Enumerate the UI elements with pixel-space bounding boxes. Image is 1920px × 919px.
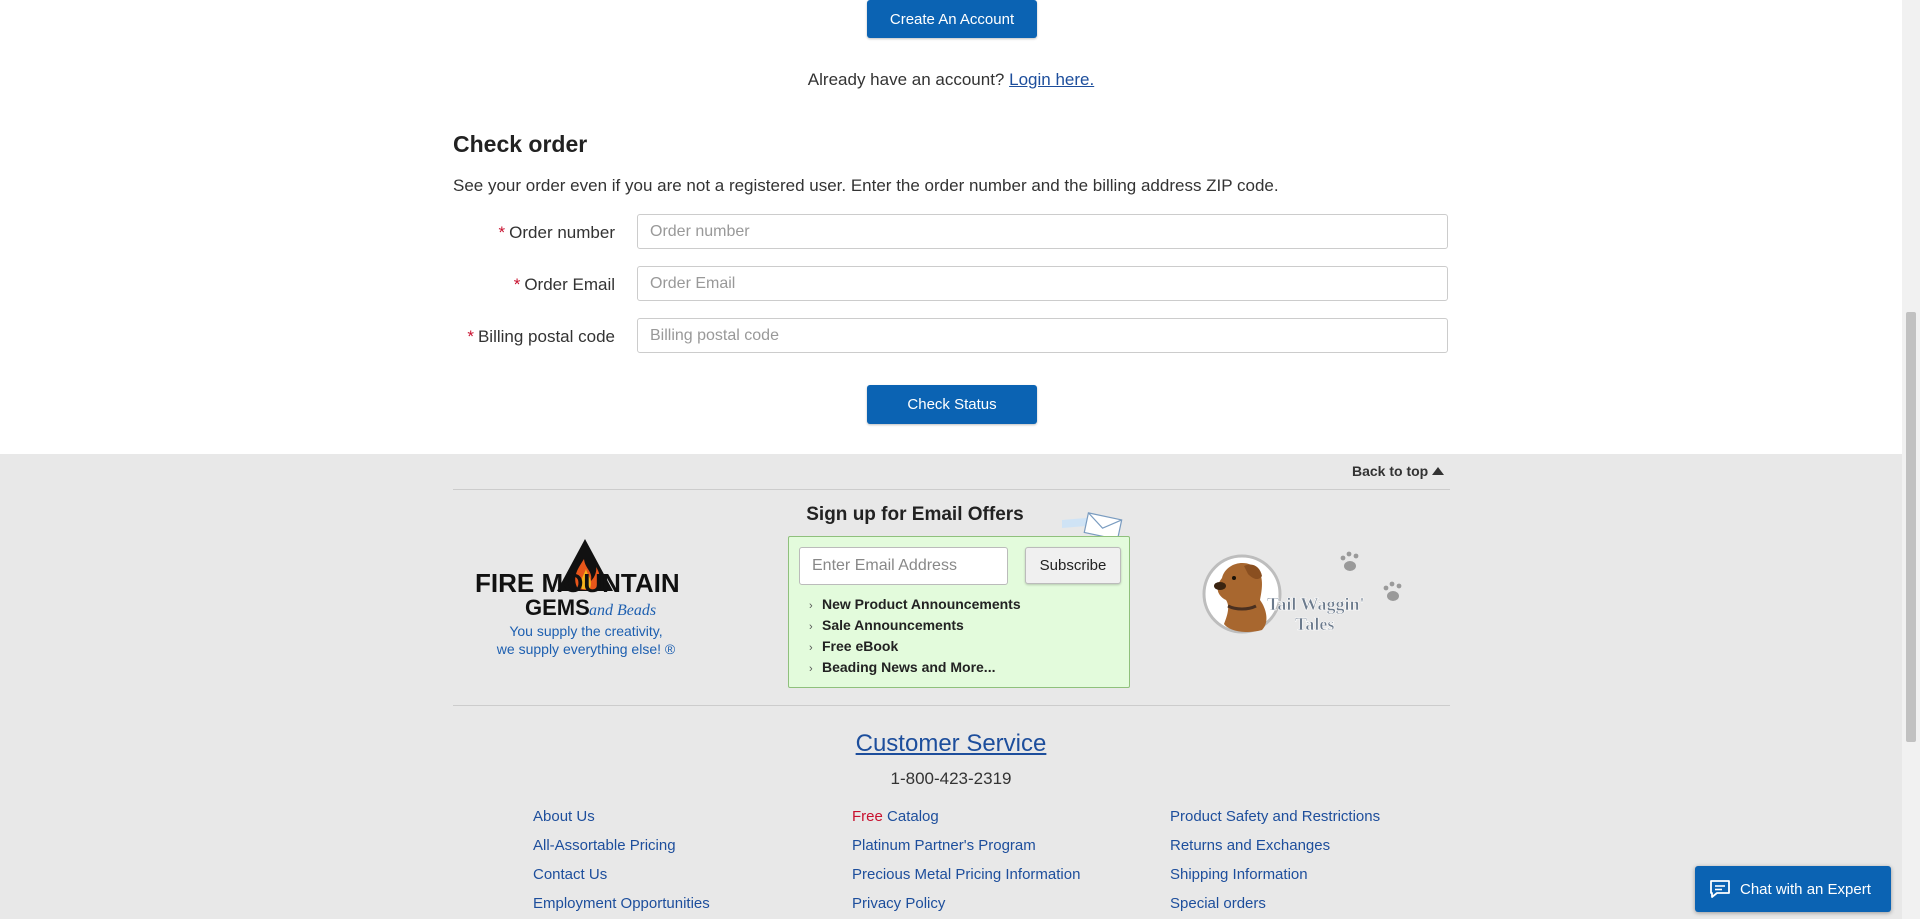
billing-postal-code-input[interactable]: [637, 318, 1448, 353]
footer-link-precious-metal-pricing[interactable]: Precious Metal Pricing Information: [852, 866, 1080, 895]
required-marker: *: [498, 223, 506, 242]
billing-postal-code-label: * Billing postal code: [467, 327, 615, 346]
divider: [453, 705, 1450, 706]
logo-text-fire: FIRE MOUNTAIN: [475, 568, 680, 598]
back-to-top-link[interactable]: Back to top: [1352, 463, 1445, 479]
divider: [453, 489, 1450, 490]
order-number-input[interactable]: [637, 214, 1448, 249]
order-email-label: * Order Email: [513, 275, 615, 294]
email-signup-box: Subscribe ›New Product Announcements ›Sa…: [788, 536, 1130, 688]
login-prompt: Already have an account? Login here.: [0, 70, 1902, 90]
footer-link-platinum-partners-program[interactable]: Platinum Partner's Program: [852, 837, 1080, 866]
footer-link-shipping-information[interactable]: Shipping Information: [1170, 866, 1380, 895]
footer-link-free-catalog[interactable]: Free Catalog: [852, 808, 1080, 837]
chevron-right-icon: ›: [809, 663, 813, 675]
footer-link-employment-opportunities[interactable]: Employment Opportunities: [533, 895, 710, 919]
logo-text-beads: and Beads: [589, 602, 656, 619]
tail-waggin-text: Tail Waggin': [1267, 594, 1365, 614]
chevron-right-icon: ›: [809, 600, 813, 612]
footer-link-all-assortable-pricing[interactable]: All-Assortable Pricing: [533, 837, 710, 866]
logo-text-gems: GEMS: [525, 595, 590, 620]
signup-benefits-list: › New Product Announcements › Sale Announc…: [809, 594, 1021, 678]
chevron-right-icon: ›: [809, 642, 813, 654]
order-number-row: * Order number: [453, 214, 1450, 251]
tagline-line-1: You supply the creativity,: [509, 623, 663, 639]
page-scrollbar[interactable]: [1902, 0, 1920, 919]
logo-tagline: You supply the creativity, we supply eve…: [466, 622, 706, 658]
subscribe-button[interactable]: Subscribe: [1025, 547, 1121, 584]
footer-link-contact-us[interactable]: Contact Us: [533, 866, 710, 895]
email-signup-title: Sign up for Email Offers: [806, 504, 1024, 525]
footer-link-privacy-policy[interactable]: Privacy Policy: [852, 895, 1080, 919]
chat-with-expert-button[interactable]: Chat with an Expert: [1695, 866, 1891, 912]
tales-text: Tales: [1295, 614, 1334, 634]
check-order-title: Check order: [453, 131, 588, 157]
catalog-word: Catalog: [887, 808, 939, 825]
footer-link-returns-and-exchanges[interactable]: Returns and Exchanges: [1170, 837, 1380, 866]
chevron-right-icon: ›: [809, 621, 813, 633]
chat-bubble-icon: [1709, 879, 1731, 899]
footer-links-column-1: About Us All-Assortable Pricing Contact …: [533, 808, 710, 919]
email-signup-input[interactable]: [799, 547, 1008, 585]
chat-label: Chat with an Expert: [1740, 880, 1871, 898]
list-item: › Sale Announcements: [809, 615, 1021, 636]
main-content: Create An Account Already have an accoun…: [0, 0, 1902, 454]
create-account-button[interactable]: Create An Account: [867, 0, 1037, 38]
scrollbar-thumb[interactable]: [1906, 312, 1916, 742]
required-marker: *: [513, 275, 521, 294]
list-item: › Beading News and More...: [809, 657, 1021, 678]
order-email-row: * Order Email: [453, 266, 1450, 303]
list-item: › New Product Announcements: [809, 594, 1021, 615]
free-word: Free: [852, 808, 883, 825]
billing-postal-code-row: * Billing postal code: [453, 318, 1450, 355]
fire-mountain-gems-logo[interactable]: FIRE MOUNTAIN GEMS and Beads: [475, 537, 695, 621]
customer-service-phone: 1-800-423-2319: [890, 769, 1012, 788]
check-status-button[interactable]: Check Status: [867, 385, 1037, 424]
order-number-label: * Order number: [498, 223, 615, 242]
arrow-up-icon: [1432, 467, 1445, 475]
customer-service-link[interactable]: Customer Service: [0, 730, 1902, 758]
list-item: › Free eBook: [809, 636, 1021, 657]
login-link[interactable]: Login here.: [1009, 70, 1094, 89]
footer-link-special-orders[interactable]: Special orders: [1170, 895, 1380, 919]
tagline-line-2: we supply everything else! ®: [496, 641, 676, 657]
order-email-input[interactable]: [637, 266, 1448, 301]
footer-link-product-safety[interactable]: Product Safety and Restrictions: [1170, 808, 1380, 837]
footer-links-column-3: Product Safety and Restrictions Returns …: [1170, 808, 1380, 919]
already-have-account-text: Already have an account?: [807, 70, 1005, 89]
page: Create An Account Already have an accoun…: [0, 0, 1920, 919]
required-marker: *: [467, 327, 474, 346]
footer-link-about-us[interactable]: About Us: [533, 808, 710, 837]
footer-links-column-2: Free Catalog Platinum Partner's Program …: [852, 808, 1080, 919]
check-order-description: See your order even if you are not a reg…: [453, 176, 1279, 195]
tail-waggin-tales-logo[interactable]: Tail Waggin' Tales: [1200, 548, 1410, 640]
